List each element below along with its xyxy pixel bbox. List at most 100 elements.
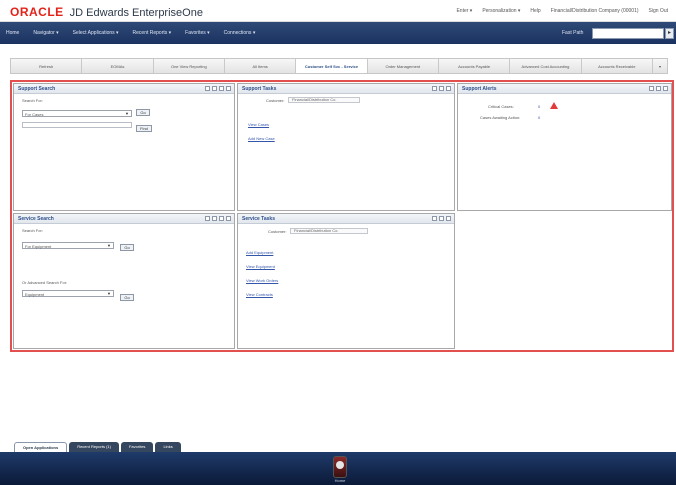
oracle-logo: ORACLE (10, 5, 64, 19)
nav-select-applications[interactable]: Select Applications ▾ (73, 30, 119, 36)
nav-menu: Home Navigator ▾ Select Applications ▾ R… (6, 30, 255, 36)
select-value: For Cases (25, 112, 44, 117)
top-link-enter[interactable]: Enter ▾ (456, 8, 472, 14)
service-tasks-portlet: Service Tasks Customer: Financial/Distri… (237, 213, 455, 349)
close-icon[interactable] (226, 216, 231, 221)
nav-home[interactable]: Home (6, 30, 19, 36)
tab-one-view-reporting[interactable]: One View Reporting (154, 59, 225, 73)
edit-icon[interactable] (432, 216, 437, 221)
customer-field[interactable]: Financial/Distribution Co. (288, 97, 360, 103)
close-icon[interactable] (446, 86, 451, 91)
customer-label: Customer: (268, 229, 287, 234)
portlet-header: Service Tasks (238, 214, 454, 224)
nav-connections[interactable]: Connections ▾ (224, 30, 256, 36)
portlet-controls (649, 86, 668, 91)
nav-favorites[interactable]: Favorites ▾ (185, 30, 209, 36)
portlet-controls (432, 216, 451, 221)
edit-icon[interactable] (432, 86, 437, 91)
close-icon[interactable] (446, 216, 451, 221)
edit-icon[interactable] (649, 86, 654, 91)
nav-recent-reports[interactable]: Recent Reports ▾ (133, 30, 172, 36)
tab-more-button[interactable]: ▾ (653, 59, 667, 73)
view-contracts-link[interactable]: View Contracts (246, 292, 273, 297)
minimize-icon[interactable] (212, 86, 217, 91)
minimize-icon[interactable] (439, 86, 444, 91)
support-search-input[interactable] (22, 122, 132, 128)
chevron-down-icon: ▼ (107, 291, 111, 296)
fast-path-go-button[interactable]: ▸ (665, 28, 674, 39)
advanced-search-select[interactable]: Equipment ▼ (22, 290, 114, 297)
view-cases-link[interactable]: View Cases (248, 122, 269, 127)
tab-accounts-receivable[interactable]: Accounts Receivable (582, 59, 653, 73)
close-icon[interactable] (663, 86, 668, 91)
sign-out-link[interactable]: Sign Out (649, 8, 668, 14)
critical-cases-label: Critical Cases: (488, 104, 514, 109)
maximize-icon[interactable] (219, 86, 224, 91)
customer-label: Customer: (266, 98, 285, 103)
minimize-icon[interactable] (439, 216, 444, 221)
tab-refresh[interactable]: Refresh (11, 59, 83, 73)
support-search-portlet: Support Search Search For: For Cases ▼ G… (13, 83, 235, 211)
top-links: Enter ▾ Personalization ▾ Help Financial… (456, 8, 668, 14)
support-search-select[interactable]: For Cases ▼ (22, 110, 132, 117)
service-search-portlet: Service Search Search For: For Equipment… (13, 213, 235, 349)
support-go-button[interactable]: Go (136, 109, 150, 116)
support-find-button[interactable]: Find (136, 125, 152, 132)
chevron-down-icon: ▼ (107, 243, 111, 248)
top-bar: ORACLE JD Edwards EnterpriseOne Enter ▾ … (0, 0, 676, 22)
portlet-title: Service Tasks (242, 216, 275, 222)
select-value: For Equipment (25, 244, 52, 249)
minimize-icon[interactable] (656, 86, 661, 91)
fast-path-input[interactable] (592, 28, 664, 39)
portlet-header: Support Tasks (238, 84, 454, 94)
critical-cases-count[interactable]: 0 (538, 104, 540, 109)
bottom-tab-bar: Open Applications Recent Reports (1) Fav… (0, 440, 676, 452)
close-icon[interactable] (226, 86, 231, 91)
tab-accounts-payable[interactable]: Accounts Payable (439, 59, 511, 73)
cases-awaiting-count[interactable]: 0 (538, 115, 540, 120)
portlet-title: Support Tasks (242, 86, 277, 92)
tab-advanced-cost-accounting[interactable]: Advanced Cost Accounting (510, 59, 582, 73)
support-tasks-portlet: Support Tasks Customer: Financial/Distri… (237, 83, 455, 211)
top-link-company[interactable]: Financial/Distribution Company (00001) (551, 8, 639, 14)
nav-navigator[interactable]: Navigator ▾ (33, 30, 58, 36)
customer-field[interactable]: Financial/Distribution Co. (290, 228, 368, 234)
nav-bar: Home Navigator ▾ Select Applications ▾ R… (0, 22, 676, 44)
tab-recent-reports[interactable]: Recent Reports (1) (69, 442, 119, 452)
portlet-header: Service Search (14, 214, 234, 224)
dashboard-frame: Support Search Search For: For Cases ▼ G… (10, 80, 674, 352)
advanced-go-button[interactable]: Go (120, 294, 134, 301)
tab-eomas[interactable]: EOMAs (82, 59, 154, 73)
tab-links[interactable]: Links (155, 442, 181, 452)
service-go-button[interactable]: Go (120, 244, 134, 251)
add-equipment-link[interactable]: Add Equipment (246, 250, 273, 255)
portlet-title: Service Search (18, 216, 54, 222)
search-for-label: Search For: (22, 98, 43, 103)
support-alerts-portlet: Support Alerts Critical Cases: 0 Cases A… (457, 83, 672, 211)
home-icon[interactable] (333, 456, 347, 478)
add-new-case-link[interactable]: Add New Case (248, 136, 275, 141)
cases-awaiting-label: Cases Awaiting Action: (480, 115, 521, 120)
edit-icon[interactable] (205, 86, 210, 91)
tab-customer-self-service[interactable]: Customer Self Svc - Service (296, 59, 368, 73)
edit-icon[interactable] (205, 216, 210, 221)
view-work-orders-link[interactable]: View Work Orders (246, 278, 278, 283)
portlet-controls (432, 86, 451, 91)
view-equipment-link[interactable]: View Equipment (246, 264, 275, 269)
maximize-icon[interactable] (219, 216, 224, 221)
service-search-select[interactable]: For Equipment ▼ (22, 242, 114, 249)
portlet-header: Support Search (14, 84, 234, 94)
tab-favorites[interactable]: Favorites (120, 442, 154, 452)
top-link-help[interactable]: Help (530, 8, 540, 14)
top-link-personalization[interactable]: Personalization ▾ (482, 8, 520, 14)
tab-open-applications[interactable]: Open Applications (14, 442, 68, 452)
search-for-label: Search For: (22, 228, 43, 233)
minimize-icon[interactable] (212, 216, 217, 221)
tab-order-management[interactable]: Order Management (368, 59, 439, 73)
tab-all-items[interactable]: All Items (225, 59, 297, 73)
portlet-header: Support Alerts (458, 84, 671, 94)
chevron-down-icon: ▼ (125, 111, 129, 116)
advanced-search-label: Or Advanced Search For: (22, 280, 68, 285)
warning-icon (550, 102, 558, 109)
home-icon-glyph (336, 461, 344, 469)
